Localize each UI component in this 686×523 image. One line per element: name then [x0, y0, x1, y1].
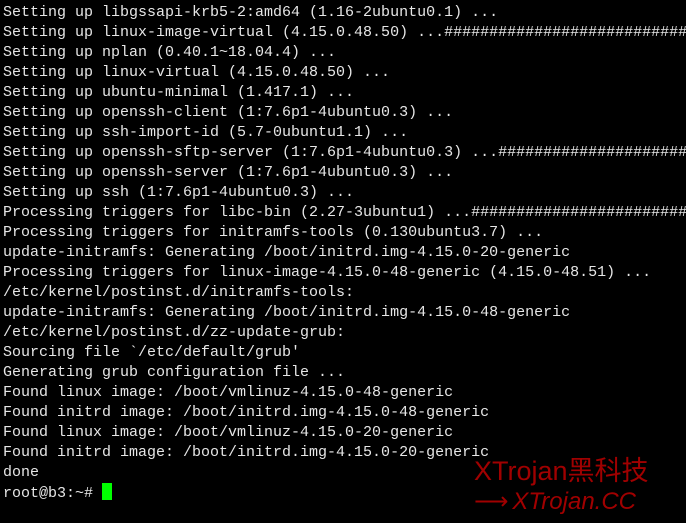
terminal-output: Setting up libgssapi-krb5-2:amd64 (1.16-… [3, 3, 686, 503]
terminal-window[interactable]: Setting up libgssapi-krb5-2:amd64 (1.16-… [0, 0, 686, 523]
terminal-line: update-initramfs: Generating /boot/initr… [3, 304, 571, 321]
terminal-line: Setting up openssh-server (1:7.6p1-4ubun… [3, 164, 454, 181]
terminal-line: Processing triggers for libc-bin (2.27-3… [3, 204, 686, 221]
terminal-line: Setting up openssh-sftp-server (1:7.6p1-… [3, 144, 686, 161]
terminal-line: Setting up linux-image-virtual (4.15.0.4… [3, 24, 686, 41]
terminal-line: Setting up openssh-client (1:7.6p1-4ubun… [3, 104, 454, 121]
watermark-title: XTrojan黑科技 [474, 456, 649, 486]
shell-prompt: root@b3:~# [3, 485, 94, 502]
watermark-url: ⟶ XTrojan.CC [474, 487, 649, 517]
arrow-icon: ⟶ [474, 488, 509, 515]
text-cursor [102, 483, 113, 500]
terminal-line: Setting up ssh-import-id (5.7-0ubuntu1.1… [3, 124, 409, 141]
terminal-line: Setting up linux-virtual (4.15.0.48.50) … [3, 64, 391, 81]
terminal-line: Found initrd image: /boot/initrd.img-4.1… [3, 404, 490, 421]
terminal-line: Sourcing file `/etc/default/grub' [3, 344, 301, 361]
terminal-line: update-initramfs: Generating /boot/initr… [3, 244, 571, 261]
terminal-line: Setting up ubuntu-minimal (1.417.1) ... [3, 84, 355, 101]
terminal-line: Processing triggers for linux-image-4.15… [3, 264, 652, 281]
watermark: XTrojan黑科技 ⟶ XTrojan.CC [474, 455, 649, 517]
terminal-line: Found linux image: /boot/vmlinuz-4.15.0-… [3, 424, 454, 441]
terminal-line: Setting up libgssapi-krb5-2:amd64 (1.16-… [3, 4, 499, 21]
watermark-url-text: XTrojan.CC [512, 488, 636, 515]
terminal-line: Setting up nplan (0.40.1~18.04.4) ... [3, 44, 337, 61]
terminal-line: /etc/kernel/postinst.d/zz-update-grub: [3, 324, 346, 341]
terminal-line: Found linux image: /boot/vmlinuz-4.15.0-… [3, 384, 454, 401]
terminal-line: Processing triggers for initramfs-tools … [3, 224, 544, 241]
terminal-line: Generating grub configuration file ... [3, 364, 346, 381]
terminal-line: /etc/kernel/postinst.d/initramfs-tools: [3, 284, 355, 301]
terminal-line: Setting up ssh (1:7.6p1-4ubuntu0.3) ... [3, 184, 355, 201]
